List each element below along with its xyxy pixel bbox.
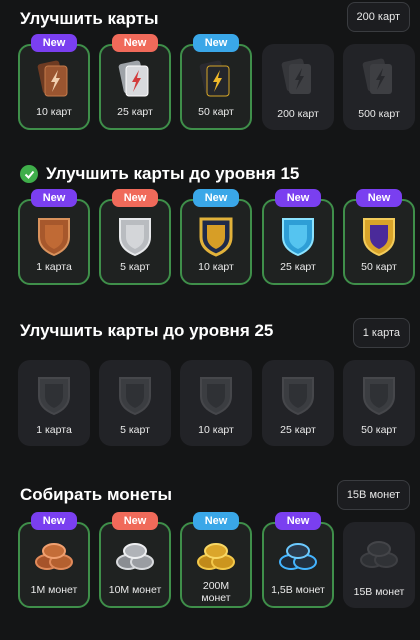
section-collect-coins: Собирать монеты 15B монет New 1M монет N… xyxy=(0,480,420,640)
dark-shield-icon xyxy=(282,377,314,416)
card-label: 10 карт xyxy=(36,106,72,118)
section-upgrade-level-15: Улучшить карты до уровня 15 New 1 карта … xyxy=(0,160,420,290)
section-upgrade-cards: Улучшить карты 200 карт New 10 карт New … xyxy=(0,0,420,150)
card-label: 50 карт xyxy=(361,424,397,436)
reward-card[interactable]: New 25 карт xyxy=(99,34,171,130)
reward-card[interactable]: New 1,5B монет xyxy=(262,512,334,608)
card-label: 25 карт xyxy=(280,261,316,273)
new-badge: New xyxy=(193,34,239,52)
card-label: 50 карт xyxy=(198,106,234,118)
reward-card[interactable]: 15B монет xyxy=(343,522,415,608)
reward-card[interactable]: New 200M монет xyxy=(180,512,252,608)
reward-card[interactable]: 25 карт xyxy=(262,360,334,446)
card-label: 15B монет xyxy=(353,586,405,598)
reward-card[interactable]: 5 карт xyxy=(99,360,171,446)
card-label: 5 карт xyxy=(120,424,150,436)
grey-coins-icon xyxy=(360,541,398,568)
gold-shield-icon xyxy=(199,217,233,257)
reward-card[interactable]: New 1M монет xyxy=(18,512,90,608)
reward-card[interactable]: New 50 карт xyxy=(180,34,252,130)
card-label: 50 карт xyxy=(361,261,397,273)
dark-shield-icon xyxy=(200,377,232,416)
diamond-shield-icon xyxy=(282,218,314,257)
new-badge: New xyxy=(31,34,77,52)
section-title: Улучшить карты до уровня 25 xyxy=(20,321,274,340)
new-badge: New xyxy=(31,189,77,207)
card-label: 200 карт xyxy=(277,108,319,120)
reward-card[interactable]: 200 карт xyxy=(262,44,334,130)
reward-card[interactable]: 10 карт xyxy=(180,360,252,446)
new-badge: New xyxy=(112,34,158,52)
new-badge: New xyxy=(275,189,321,207)
reward-card[interactable]: New 10M монет xyxy=(99,512,171,608)
card-label: 1,5B монет xyxy=(271,584,325,596)
card-label: 1 карта xyxy=(36,261,72,273)
dark-shield-icon xyxy=(119,377,151,416)
reward-card[interactable]: New 50 карт xyxy=(343,189,415,285)
new-badge: New xyxy=(193,189,239,207)
reward-card[interactable]: New 10 карт xyxy=(18,34,90,130)
bronze-shield-icon xyxy=(38,218,70,257)
new-badge: New xyxy=(275,512,321,530)
section-progress-pill[interactable]: 200 карт xyxy=(346,2,410,32)
grey-cards-icon xyxy=(362,58,392,94)
reward-card[interactable]: 50 карт xyxy=(343,360,415,446)
card-label: 25 карт xyxy=(117,106,153,118)
new-badge: New xyxy=(31,512,77,530)
purple-gold-shield-icon xyxy=(363,218,395,257)
card-label: 500 карт xyxy=(358,108,400,120)
reward-card[interactable]: 1 карта xyxy=(18,360,90,446)
card-label: 5 карт xyxy=(120,261,150,273)
gold-cards-icon xyxy=(199,60,230,97)
reward-card[interactable]: New 10 карт xyxy=(180,189,252,285)
card-label: 10 карт xyxy=(198,261,234,273)
section-title: Улучшить карты xyxy=(20,9,159,28)
section-progress-pill[interactable]: 1 карта xyxy=(352,318,410,348)
card-label: 1M монет xyxy=(30,584,78,596)
new-badge: New xyxy=(112,512,158,530)
card-label: 200M монет xyxy=(201,580,231,604)
reward-card[interactable]: New 1 карта xyxy=(18,189,90,285)
card-label: 10M монет xyxy=(108,584,162,596)
checkmark-icon xyxy=(20,165,38,183)
section-progress-pill[interactable]: 15B монет xyxy=(336,480,410,510)
grey-cards-icon xyxy=(281,58,311,94)
reward-card[interactable]: 500 карт xyxy=(343,44,415,130)
gold-coins-icon xyxy=(197,543,235,570)
section-title-text: Улучшить карты до уровня 15 xyxy=(46,164,300,183)
section-upgrade-level-25: Улучшить карты до уровня 25 1 карта 1 ка… xyxy=(0,318,420,458)
silver-cards-icon xyxy=(118,60,149,97)
new-badge: New xyxy=(193,512,239,530)
section-title: Собирать монеты xyxy=(20,485,173,504)
card-label: 1 карта xyxy=(36,424,72,436)
bronze-coins-icon xyxy=(35,543,73,570)
reward-card[interactable]: New 5 карт xyxy=(99,189,171,285)
brown-cards-icon xyxy=(37,60,68,97)
silver-shield-icon xyxy=(119,218,151,257)
reward-card[interactable]: New 25 карт xyxy=(262,189,334,285)
blue-coins-icon xyxy=(279,543,317,570)
dark-shield-icon xyxy=(363,377,395,416)
silver-coins-icon xyxy=(116,543,154,570)
section-title: Улучшить карты до уровня 15 xyxy=(20,164,299,184)
new-badge: New xyxy=(112,189,158,207)
dark-shield-icon xyxy=(38,377,70,416)
new-badge: New xyxy=(356,189,402,207)
card-label: 10 карт xyxy=(198,424,234,436)
card-label: 25 карт xyxy=(280,424,316,436)
